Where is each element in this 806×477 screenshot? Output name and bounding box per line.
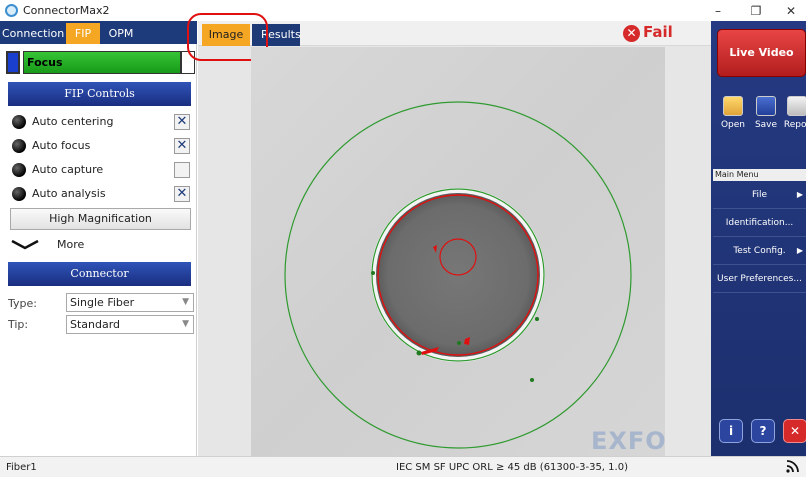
floppy-icon [756,96,776,116]
menu-item-label: Identification... [725,218,794,228]
menu-item-label: User Preferences... [717,274,802,284]
defect-mark [530,378,534,382]
exfo-watermark: EXFO [591,427,665,455]
tip-label: Tip: [8,318,29,331]
led-icon [12,115,26,129]
main-menu-title: Main Menu [713,169,806,181]
info-icon: i [728,424,734,438]
type-label: Type: [8,297,37,310]
window-title: ConnectorMax2 [23,4,110,17]
menu-item-identification[interactable]: Identification... [713,210,806,237]
status-bar: Fiber1 IEC SM SF UPC ORL ≥ 45 dB (61300-… [0,456,806,477]
title-bar: ConnectorMax2 – ❐ ✕ [0,0,806,21]
folder-icon [723,96,743,116]
led-icon [12,187,26,201]
tab-fip[interactable]: FIP [66,23,100,44]
connector-tip-select[interactable]: Standard ▼ [66,315,194,334]
connector-tip-value: Standard [70,318,121,331]
open-button[interactable]: Open [719,96,747,130]
chevron-down-icon: ▼ [182,297,189,307]
menu-item-test-config[interactable]: Test Config. ▶ [713,238,806,265]
mode-tabs: Connection FIP OPM [0,21,197,44]
report-button[interactable]: Repor [783,96,806,130]
auto-centering-label: Auto centering [32,115,114,128]
auto-analysis-row: Auto analysis ✕ [12,185,192,203]
fip-controls-header: FIP Controls [8,82,191,106]
auto-analysis-checkbox[interactable]: ✕ [174,186,190,202]
info-button[interactable]: i [719,419,743,443]
exit-button[interactable]: ✕ [783,419,806,443]
fiber-name: Fiber1 [6,462,37,473]
save-label: Save [754,120,778,130]
defect-mark [535,317,539,321]
led-icon [12,163,26,177]
tab-connection[interactable]: Connection [2,23,64,44]
menu-item-file[interactable]: File ▶ [713,182,806,209]
defect-mark [457,341,461,345]
auto-capture-checkbox[interactable] [174,162,190,178]
menu-item-user-preferences[interactable]: User Preferences... [713,266,806,293]
auto-centering-row: Auto centering ✕ [12,113,192,131]
high-magnification-button[interactable]: High Magnification [10,208,191,230]
open-label: Open [720,120,746,130]
exit-icon: ✕ [789,424,801,438]
auto-capture-label: Auto capture [32,163,104,176]
app-icon [5,4,18,17]
caret-right-icon: ▶ [796,190,803,199]
more-label: More [57,238,85,251]
connector-header: Connector [8,262,191,286]
test-config-status: IEC SM SF UPC ORL ≥ 45 dB (61300-3-35, 1… [396,462,628,473]
view-tabs: Image Results ✕ Fail [187,13,711,61]
auto-focus-row: Auto focus ✕ [12,137,192,155]
chevron-down-icon: ▼ [182,319,189,329]
left-panel: Connection FIP OPM Focus FIP Controls Au… [0,21,197,456]
focus-bar: Focus [23,51,181,74]
fail-icon: ✕ [623,25,640,42]
led-icon [12,139,26,153]
menu-item-label: Test Config. [733,246,786,256]
image-viewer: Image Results ✕ Fail EXFO [187,13,711,456]
battery-icon [6,51,20,74]
connector-type-select[interactable]: Single Fiber Connector ▼ [66,293,194,326]
fiber-overlay [284,101,632,449]
tab-opm[interactable]: OPM [102,23,140,44]
auto-capture-row: Auto capture [12,161,192,179]
more-toggle[interactable]: More [10,236,110,254]
help-button[interactable]: ? [751,419,775,443]
fiber-end-face-image[interactable]: EXFO [251,47,665,456]
verdict-text: Fail [643,23,673,41]
close-window-button[interactable]: ✕ [778,2,804,20]
focus-indicator: Focus [4,50,195,75]
defect-mark [371,271,375,275]
menu-item-label: File [751,190,768,200]
right-panel: Live Video Open Save Repor Main Menu Fil… [711,21,806,456]
defect-mark [416,350,422,356]
signal-icon [786,460,799,473]
maximize-button[interactable]: ❐ [743,2,769,20]
auto-analysis-label: Auto analysis [32,187,106,200]
auto-centering-checkbox[interactable]: ✕ [174,114,190,130]
caret-right-icon: ▶ [796,246,803,255]
help-icon: ? [759,424,767,438]
auto-focus-checkbox[interactable]: ✕ [174,138,190,154]
save-button[interactable]: Save [752,96,780,130]
live-video-button[interactable]: Live Video [717,29,806,77]
report-icon [787,96,806,116]
chevron-down-icon [11,239,39,250]
report-label: Repor [783,120,806,130]
minimize-button[interactable]: – [705,2,731,20]
auto-focus-label: Auto focus [32,139,91,152]
